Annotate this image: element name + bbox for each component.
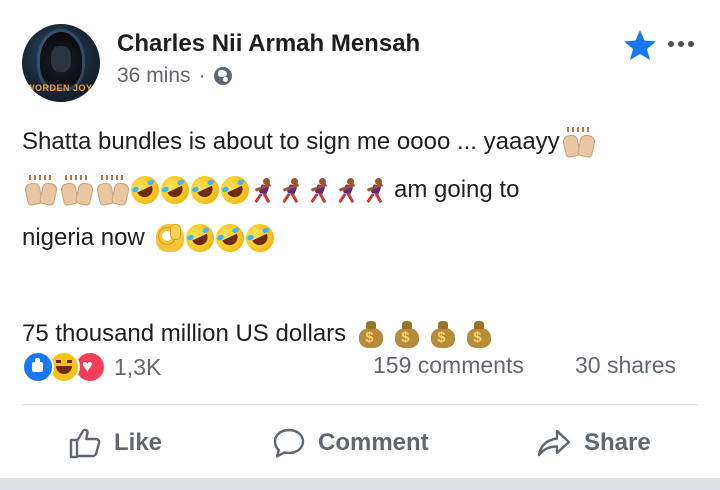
more-dot: [688, 41, 694, 47]
raising-hands-emoji-icon: [59, 175, 93, 204]
money-bag-emoji-icon: $: [429, 320, 457, 348]
share-button-label: Share: [584, 429, 651, 456]
meta-separator: ·: [198, 64, 206, 87]
raising-hands-emoji-icon: [95, 175, 129, 204]
post-body: Shatta bundles is about to sign me oooo …: [22, 118, 702, 358]
post-text-3: nigeria now: [22, 224, 145, 251]
like-button-label: Like: [114, 429, 163, 456]
comments-count[interactable]: 159 comments: [373, 352, 524, 379]
raising-hands-emoji-icon: [561, 127, 595, 156]
comment-button[interactable]: Comment: [272, 420, 429, 466]
like-button[interactable]: Like: [68, 420, 162, 466]
avatar-face: [51, 46, 71, 72]
rofl-emoji-icon: [211, 219, 249, 257]
runner-emoji-icon: [363, 176, 389, 204]
thumbs-up-icon: [69, 428, 101, 459]
reactions-count: 1,3K: [114, 353, 162, 380]
post-line-2: am going to: [22, 166, 702, 214]
rofl-emoji-icon: [241, 219, 279, 257]
money-bag-emoji-icon: $: [393, 320, 421, 348]
runner-emoji-icon: [279, 176, 305, 204]
divider: [22, 404, 698, 405]
rofl-emoji-icon: [126, 171, 164, 209]
like-reaction-icon: [22, 351, 54, 383]
reactions-summary[interactable]: 1,3K: [22, 350, 161, 384]
rofl-emoji-icon: [181, 219, 219, 257]
avatar[interactable]: WORDEN JOY: [22, 24, 100, 102]
raising-hands-emoji-icon: [23, 175, 57, 204]
post-line-1: Shatta bundles is about to sign me oooo …: [22, 118, 702, 166]
post-card: WORDEN JOY Charles Nii Armah Mensah 36 m…: [0, 0, 720, 478]
share-button[interactable]: Share: [536, 420, 651, 466]
comment-button-label: Comment: [318, 429, 429, 456]
rofl-emoji-icon: [216, 171, 254, 209]
post-time[interactable]: 36 mins: [117, 64, 191, 88]
share-arrow-icon: [537, 429, 571, 457]
runner-emoji-icon: [251, 176, 277, 204]
comment-bubble-icon: [273, 428, 305, 458]
post-meta: 36 mins ·: [117, 64, 232, 88]
money-bag-emoji-icon: $: [465, 320, 493, 348]
star-icon[interactable]: [622, 28, 658, 62]
shares-count[interactable]: 30 shares: [575, 352, 676, 379]
more-dot: [668, 41, 674, 47]
feed-separator: [0, 478, 720, 490]
ok-hand-emoji-icon: [155, 224, 184, 252]
runner-emoji-icon: [335, 176, 361, 204]
rofl-emoji-icon: [186, 171, 224, 209]
money-bag-emoji-icon: $: [357, 320, 385, 348]
post-line-3: nigeria now: [22, 214, 702, 262]
more-dot: [678, 41, 684, 47]
avatar-logo-text: WORDEN JOY: [26, 83, 93, 93]
globe-icon[interactable]: [213, 67, 232, 85]
rofl-emoji-icon: [156, 171, 194, 209]
more-options-icon[interactable]: [668, 36, 698, 52]
post-text-2: am going to: [394, 176, 520, 203]
post-text-1: Shatta bundles is about to sign me oooo …: [22, 128, 560, 155]
author-name[interactable]: Charles Nii Armah Mensah: [117, 30, 420, 58]
runner-emoji-icon: [307, 176, 333, 204]
